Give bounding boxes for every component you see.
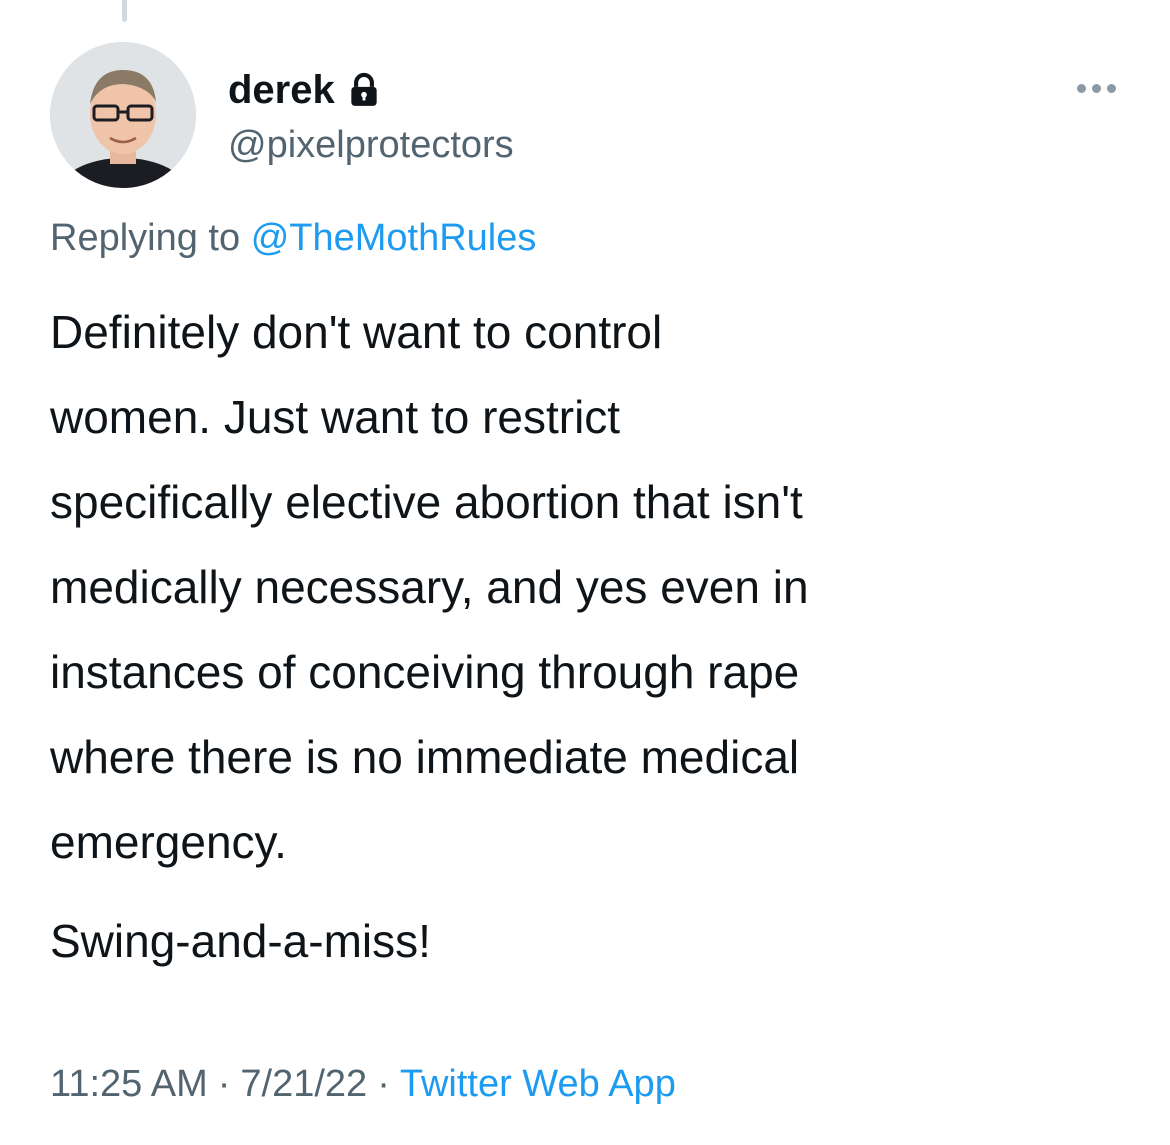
meta-separator: · (217, 1063, 231, 1105)
avatar[interactable] (50, 42, 196, 188)
author-display-name[interactable]: derek (228, 62, 335, 118)
replying-to-label: Replying to (50, 217, 241, 259)
tweet-text-line: where there is no immediate medical (50, 731, 800, 783)
more-options-button[interactable] (1068, 70, 1124, 106)
tweet-source-link[interactable]: Twitter Web App (400, 1063, 676, 1105)
tweet-text-line: instances of conceiving through rape (50, 646, 800, 698)
lock-icon (351, 72, 377, 106)
tweet-text-line: women. Just want to restrict (50, 391, 621, 443)
more-dot-icon (1091, 83, 1101, 93)
avatar-photo (50, 42, 196, 188)
tweet-text-line: emergency. (50, 816, 287, 868)
more-dot-icon (1076, 83, 1086, 93)
more-dot-icon (1106, 83, 1116, 93)
tweet-date[interactable]: 7/21/22 (240, 1063, 367, 1105)
tweet-text-line: specifically elective abortion that isn'… (50, 476, 803, 528)
replying-to: Replying to @TheMothRules (50, 212, 536, 264)
meta-separator: · (377, 1063, 390, 1105)
tweet-text-followup: Swing-and-a-miss! (50, 915, 431, 967)
tweet-metadata: 11:25 AM · 7/21/22 · Twitter Web App (50, 1058, 676, 1110)
author-name-row[interactable]: derek (228, 62, 383, 118)
author-handle[interactable]: @pixelprotectors (228, 120, 514, 170)
reply-mention-link[interactable]: @TheMothRules (251, 217, 537, 259)
tweet-text-line: medically necessary, and yes even in (50, 561, 809, 613)
thread-connector-line (122, 0, 127, 22)
tweet-text-line: Definitely don't want to control (50, 306, 663, 358)
tweet-time[interactable]: 11:25 AM (50, 1063, 208, 1105)
tweet-text: Definitely don't want to control women. … (50, 290, 1130, 984)
